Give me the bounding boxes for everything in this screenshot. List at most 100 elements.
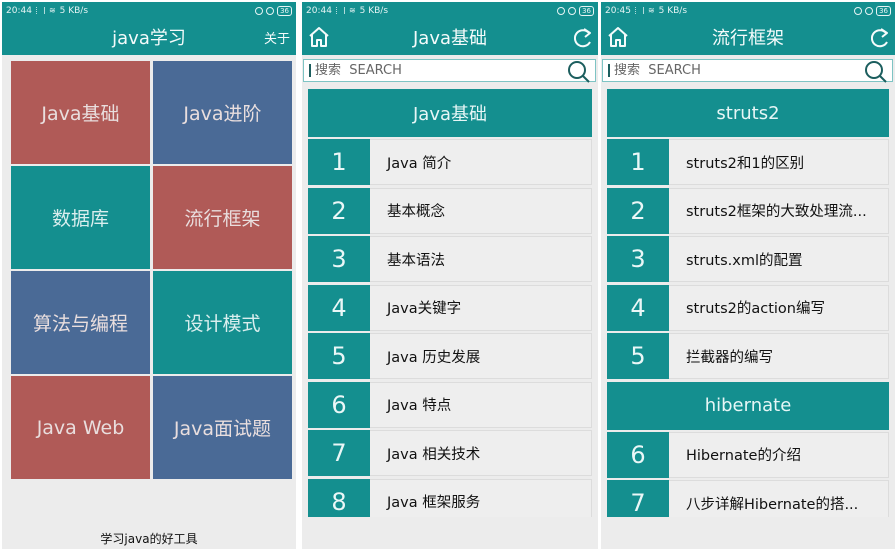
item-number: 5 xyxy=(607,333,669,379)
app-bar: java学习 关于 xyxy=(2,19,296,55)
item-number: 4 xyxy=(308,284,370,331)
about-button[interactable]: 关于 xyxy=(264,28,290,47)
search-input[interactable] xyxy=(614,63,854,78)
search-icon[interactable] xyxy=(864,60,888,84)
battery-icon: 36 xyxy=(876,5,891,16)
item-label: struts2框架的大致处理流... xyxy=(686,204,867,220)
item-number: 1 xyxy=(607,139,669,185)
list-item[interactable]: 6 Hibernate的介绍 xyxy=(607,431,889,478)
page-title: Java基础 xyxy=(412,28,488,49)
network-speed: 5 KB/s xyxy=(359,5,389,16)
list-item[interactable]: 5 Java 历史发展 xyxy=(308,333,592,379)
signal-icon xyxy=(35,7,45,14)
item-number: 7 xyxy=(607,480,669,517)
battery-icon: 36 xyxy=(277,5,292,16)
frameworks-screen: 20:45 ≋ 5 KB/s 36 流行框架 struts2 1 struts2和… xyxy=(601,2,895,549)
item-label: Java 相关技术 xyxy=(387,446,481,463)
list-item[interactable]: 7 Java 相关技术 xyxy=(308,430,592,476)
java-basics-screen: 20:44 ≋ 5 KB/s 36 Java基础 Java基础 1Java 简介… xyxy=(302,2,598,549)
network-speed: 5 KB/s xyxy=(59,5,89,16)
item-label: Java 框架服务 xyxy=(387,495,481,511)
list-item[interactable]: 8 Java 框架服务 xyxy=(308,478,592,517)
alarm-icon xyxy=(266,6,275,15)
status-bar: 20:45 ≋ 5 KB/s 36 xyxy=(601,2,895,19)
wifi-icon: ≋ xyxy=(348,6,356,15)
alarm-icon xyxy=(568,6,577,15)
section-header-hibernate: hibernate xyxy=(607,381,889,430)
search-input[interactable] xyxy=(315,63,555,78)
tile-java-web[interactable]: Java Web xyxy=(11,376,150,479)
refresh-icon[interactable] xyxy=(867,25,891,49)
list-item[interactable]: 2 struts2框架的大致处理流... xyxy=(607,187,889,234)
lock-rotation-icon xyxy=(854,6,863,15)
item-number: 8 xyxy=(308,478,370,517)
list-item[interactable]: 3 struts.xml的配置 xyxy=(607,236,889,282)
home-screen: 20:44 ≋ 5 KB/s 36 java学习 关于 Java基础 Java进… xyxy=(2,2,296,549)
page-title: 流行框架 xyxy=(712,28,784,49)
tile-interview[interactable]: Java面试题 xyxy=(153,376,292,479)
list-item[interactable]: 4 struts2的action编写 xyxy=(607,284,889,331)
search-icon[interactable] xyxy=(567,60,591,84)
item-label: Java 简介 xyxy=(387,155,452,172)
lock-rotation-icon xyxy=(557,6,566,15)
tile-database[interactable]: 数据库 xyxy=(11,166,150,269)
item-number: 3 xyxy=(308,236,370,282)
tile-frameworks[interactable]: 流行框架 xyxy=(153,166,292,269)
search-bar xyxy=(602,59,893,84)
lock-rotation-icon xyxy=(255,6,264,15)
signal-icon xyxy=(634,7,644,14)
topic-list: struts2 1 struts2和1的区别 2 struts2框架的大致处理流..… xyxy=(607,89,889,517)
item-number: 5 xyxy=(308,333,370,379)
section-header: Java基础 xyxy=(308,89,592,137)
status-time: 20:44 xyxy=(306,5,332,16)
item-label: 基本语法 xyxy=(387,252,445,269)
app-bar: Java基础 xyxy=(302,19,598,55)
list-item[interactable]: 7 八步详解Hibernate的搭... xyxy=(607,480,889,517)
item-label: struts.xml的配置 xyxy=(686,252,803,269)
item-number: 6 xyxy=(308,381,370,428)
footer-text: 学习java的好工具 xyxy=(100,532,198,546)
item-label: 拦截器的编写 xyxy=(686,349,773,366)
tile-java-advanced[interactable]: Java进阶 xyxy=(153,61,292,164)
item-label: struts2的action编写 xyxy=(686,301,825,317)
home-icon[interactable] xyxy=(307,25,331,49)
item-number: 1 xyxy=(308,139,370,185)
alarm-icon xyxy=(865,6,874,15)
page-title: java学习 xyxy=(112,28,186,49)
item-number: 2 xyxy=(607,187,669,234)
list-item[interactable]: 4 Java关键字 xyxy=(308,284,592,331)
battery-icon: 36 xyxy=(579,5,594,16)
search-bar xyxy=(303,59,596,84)
tile-java-basics[interactable]: Java基础 xyxy=(11,61,150,164)
item-number: 6 xyxy=(607,431,669,478)
item-label: 基本概念 xyxy=(387,204,445,220)
app-bar: 流行框架 xyxy=(601,19,895,55)
tile-algorithms[interactable]: 算法与编程 xyxy=(11,271,150,374)
tile-design-patterns[interactable]: 设计模式 xyxy=(153,271,292,374)
list-item[interactable]: 1 struts2和1的区别 xyxy=(607,139,889,185)
signal-icon xyxy=(335,7,345,14)
status-bar: 20:44 ≋ 5 KB/s 36 xyxy=(2,2,296,19)
list-item[interactable]: 6 Java 特点 xyxy=(308,381,592,428)
home-icon[interactable] xyxy=(606,25,630,49)
network-speed: 5 KB/s xyxy=(658,5,688,16)
item-number: 4 xyxy=(607,284,669,331)
wifi-icon: ≋ xyxy=(647,6,655,15)
list-item[interactable]: 3 基本语法 xyxy=(308,236,592,282)
category-grid: Java基础 Java进阶 数据库 流行框架 算法与编程 设计模式 Java W… xyxy=(11,61,292,479)
list-item[interactable]: 5 拦截器的编写 xyxy=(607,333,889,379)
item-label: Java 特点 xyxy=(387,398,452,414)
list-item[interactable]: 2 基本概念 xyxy=(308,187,592,234)
refresh-icon[interactable] xyxy=(570,25,594,49)
item-number: 2 xyxy=(308,187,370,234)
status-time: 20:45 xyxy=(605,5,631,16)
topic-list: Java基础 1 Java 简介 2 基本概念 3 基本语法 4 Java关键字 5 Ja… xyxy=(308,89,592,517)
status-bar: 20:44 ≋ 5 KB/s 36 xyxy=(302,2,598,19)
text-cursor xyxy=(608,64,610,77)
item-label: struts2和1的区别 xyxy=(686,155,805,172)
item-label: Hibernate的介绍 xyxy=(686,448,801,464)
item-label: 八步详解Hibernate的搭... xyxy=(686,496,859,513)
section-header-struts2: struts2 xyxy=(607,89,889,137)
list-item[interactable]: 1 Java 简介 xyxy=(308,139,592,185)
text-cursor xyxy=(309,64,311,77)
